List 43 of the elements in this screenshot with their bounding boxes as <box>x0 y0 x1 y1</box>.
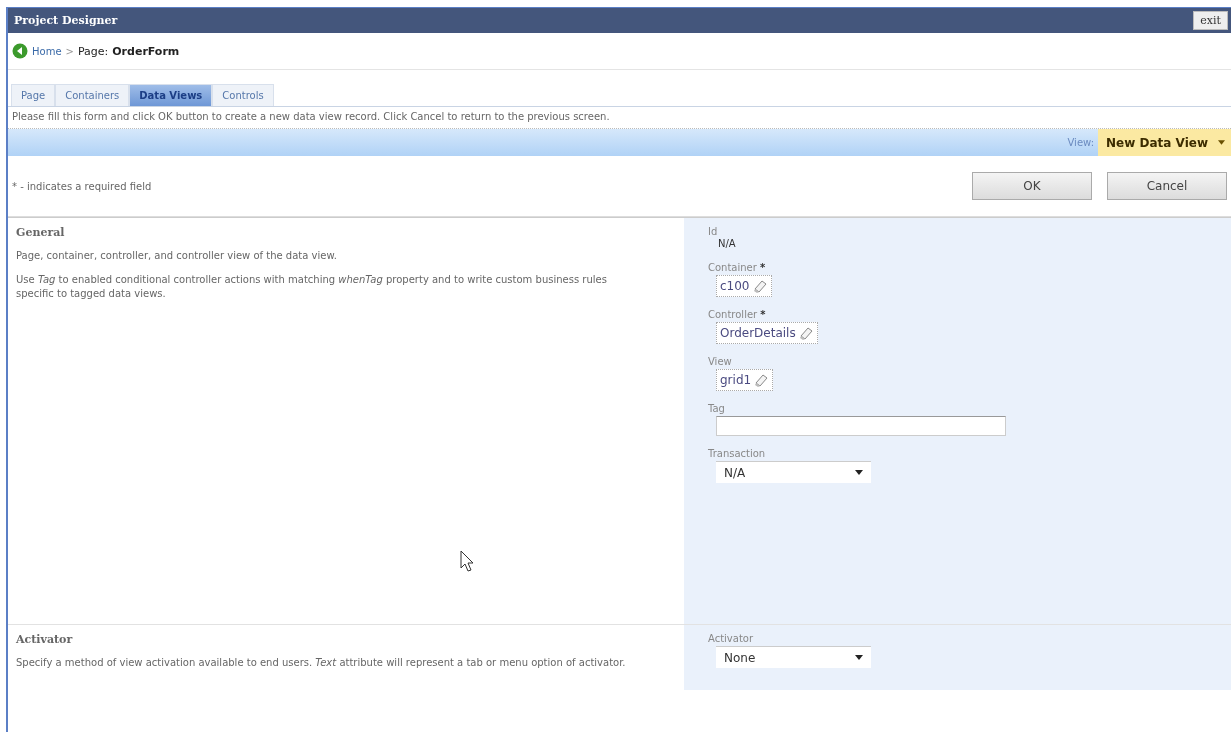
lookup-field[interactable]: grid1 <box>716 369 774 391</box>
eraser-icon <box>797 325 814 341</box>
tab[interactable]: Page <box>11 84 56 106</box>
caret-icon <box>1218 140 1225 145</box>
section-title: General <box>16 226 66 239</box>
exit-button[interactable]: exit <box>1193 11 1228 30</box>
field-label: Transaction <box>708 448 766 459</box>
section-title: Activator <box>16 633 74 646</box>
field-label: View <box>708 356 732 367</box>
caret-icon <box>855 655 863 660</box>
tab[interactable]: Containers <box>55 84 130 106</box>
window-title: Project Designer <box>14 14 118 27</box>
section-description: Page, container, controller, and controller view of the data view. <box>16 249 338 263</box>
breadcrumb-separator: > <box>65 45 74 57</box>
required-mark: * <box>760 309 766 320</box>
field-label: Id <box>708 226 718 237</box>
lookup-field[interactable]: OrderDetails <box>716 322 818 344</box>
form-button[interactable]: Cancel <box>1107 172 1227 200</box>
dropdown-field[interactable]: None <box>716 646 871 668</box>
required-mark: * <box>759 262 766 273</box>
mouse-cursor-icon <box>460 550 474 572</box>
page-name: OrderForm <box>112 44 180 58</box>
view-label: View: <box>1067 137 1095 148</box>
home-link[interactable]: Home <box>32 45 62 57</box>
tab[interactable]: Data Views <box>129 84 213 106</box>
field-label: Container <box>708 262 757 273</box>
section-description: Use Tag to enabled conditional controller actions with matching whenTag property and to write custom business rules specific to tagged data views. <box>16 273 608 301</box>
field-value: N/A <box>718 238 736 249</box>
field-label: Controller <box>708 309 758 320</box>
form-button[interactable]: OK <box>972 172 1092 200</box>
tag-input-field[interactable] <box>716 416 1006 436</box>
field-label: Tag <box>708 403 725 414</box>
view-dropdown[interactable]: New Data View <box>1098 129 1231 156</box>
eraser-icon <box>753 372 770 388</box>
dropdown-field[interactable]: N/A <box>716 461 871 483</box>
page-label: Page: <box>77 44 109 58</box>
lookup-field[interactable]: c100 <box>716 275 772 297</box>
eraser-icon <box>751 278 768 294</box>
field-label: Activator <box>708 633 754 644</box>
tab[interactable]: Controls <box>212 84 274 106</box>
required-note: * - indicates a required field <box>12 180 152 192</box>
section-description: Specify a method of view activation available to end users. Text attribute will represent a tab or menu option of activator. <box>16 656 627 670</box>
caret-icon <box>855 470 863 475</box>
